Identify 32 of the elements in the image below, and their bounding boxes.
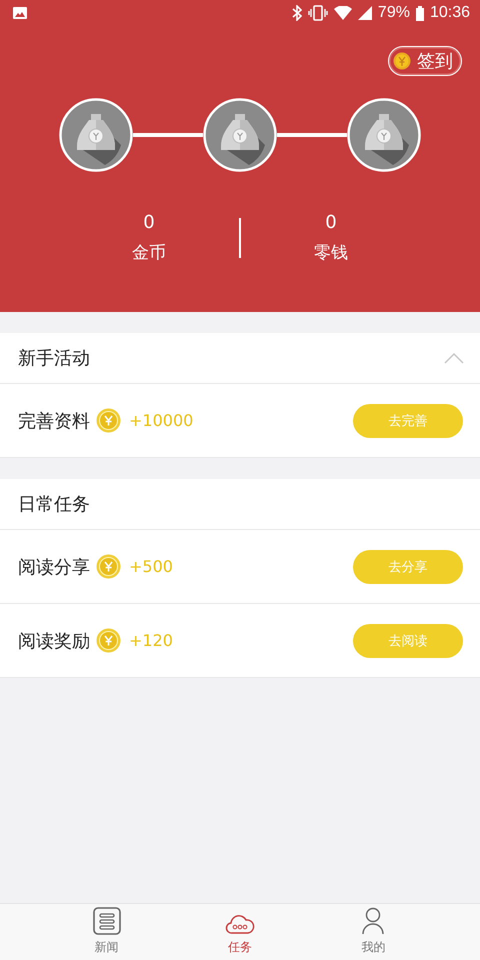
vibrate-icon	[308, 5, 328, 21]
list-icon	[92, 907, 121, 935]
wifi-icon	[334, 6, 352, 20]
battery-percent: 79%	[378, 4, 410, 22]
battery-icon	[416, 6, 424, 20]
tab[interactable]: 我的	[333, 904, 414, 960]
signal-icon	[358, 6, 372, 20]
person-icon	[361, 907, 386, 935]
sign-in-button[interactable]: 签到	[388, 46, 462, 76]
task-name: 阅读分享	[18, 556, 90, 578]
stat-label: 零钱	[314, 242, 348, 264]
stat-label: 金币	[132, 242, 166, 264]
section-title: 日常任务	[18, 493, 90, 516]
stat-value: 0	[143, 212, 155, 233]
tab[interactable]: 任务	[200, 904, 280, 960]
coin-icon	[96, 628, 121, 653]
reward-amount: +500	[129, 557, 174, 576]
reward-amount: +120	[129, 631, 174, 650]
coin-icon	[393, 52, 411, 70]
tab[interactable]: 新闻	[66, 904, 147, 960]
section-title: 新手活动	[18, 347, 90, 370]
bluetooth-icon	[292, 5, 302, 21]
clock: 10:36	[430, 4, 470, 22]
task-name: 阅读奖励	[18, 630, 90, 652]
task-name: 完善资料	[18, 410, 90, 432]
coin-icon	[96, 408, 121, 433]
chevron-icon[interactable]	[444, 352, 464, 364]
cloud-icon	[224, 913, 255, 935]
image-icon	[12, 6, 28, 20]
coin-icon	[96, 554, 121, 579]
stat-value: 0	[325, 212, 337, 233]
reward-amount: +10000	[129, 411, 194, 430]
